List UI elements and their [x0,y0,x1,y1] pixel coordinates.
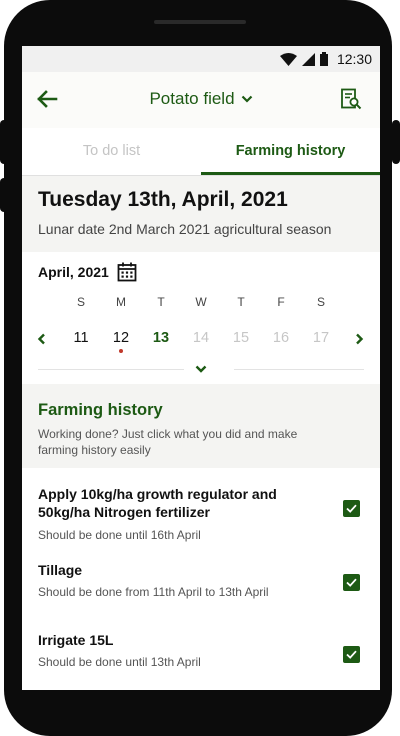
next-week-button[interactable] [352,332,366,346]
chevron-right-icon [356,333,364,345]
task-item: Apply 10kg/ha growth regulator and 50kg/… [22,468,380,546]
weekday-label: M [116,295,126,309]
phone-device: 12:30 Potato field To do list Farming hi… [0,0,400,736]
weekday-label: T [237,295,245,309]
divider [234,369,364,370]
app-bar: Potato field [22,72,380,128]
month-label: April, 2021 [38,264,109,280]
weekday-label: F [277,295,285,309]
task-checkbox[interactable] [343,500,360,517]
day-cell[interactable]: 11 [61,330,101,346]
side-button-upper [0,120,8,164]
day-cell[interactable]: 12 [101,330,141,346]
task-checkbox[interactable] [343,646,360,663]
expand-calendar-button[interactable] [194,362,208,376]
side-button-right [392,120,400,164]
task-item: Tillage Should be done from 11th April t… [22,546,380,616]
status-bar: 12:30 [22,46,380,72]
day-cell[interactable]: 15 [221,330,261,346]
task-title: Apply 10kg/ha growth regulator and 50kg/… [38,486,277,520]
task-deadline: Should be done until 16th April [38,528,201,542]
status-icons: 12:30 [279,50,372,68]
chevron-down-icon [241,95,252,103]
date-header: Tuesday 13th, April, 2021 Lunar date 2nd… [22,176,380,252]
checkmark-icon [346,578,357,587]
task-list: Apply 10kg/ha growth regulator and 50kg/… [22,468,380,690]
task-deadline: Should be done from 11th April to 13th A… [38,585,269,599]
task-deadline: Should be done until 13th April [38,655,201,669]
day-row: 11 12 13 14 15 16 17 [61,330,341,354]
report-search-icon [341,88,362,110]
task-checkbox[interactable] [343,574,360,591]
battery-icon [319,52,328,66]
history-description: Working done? Just click what you did an… [38,427,298,457]
checkmark-icon [346,504,357,513]
history-section-header: Farming history Working done? Just click… [22,384,380,468]
previous-week-button[interactable] [35,332,49,346]
wifi-icon [279,52,297,66]
event-dot [119,349,123,353]
day-cell[interactable]: 14 [181,330,221,346]
selected-date-title: Tuesday 13th, April, 2021 [38,188,288,211]
side-button-lower [0,178,8,212]
tab-bar: To do list Farming history [22,128,380,176]
weekday-label: W [195,295,207,309]
chevron-left-icon [37,333,45,345]
calendar-icon [117,262,137,282]
day-cell[interactable]: 17 [301,330,341,346]
active-tab-indicator [201,172,380,175]
history-title: Farming history [38,401,163,419]
divider [38,369,184,370]
chevron-down-icon [195,365,207,373]
day-cell[interactable]: 16 [261,330,301,346]
weekday-header: S M T W T F S [61,295,341,313]
checkmark-icon [346,650,357,659]
day-cell-selected[interactable]: 13 [141,330,181,346]
task-title: Tillage [38,562,83,578]
phone-speaker [154,20,246,24]
tab-to-do-list[interactable]: To do list [22,128,201,174]
signal-icon [301,52,315,66]
task-title: Irrigate 15L [38,632,114,648]
status-time: 12:30 [336,51,372,67]
month-row: April, 2021 [38,262,137,282]
weekday-label: T [157,295,165,309]
title-wrap: Potato field [22,89,380,109]
weekday-label: S [316,295,325,309]
field-selector[interactable]: Potato field [149,89,252,109]
weekday-label: S [76,295,85,309]
page-title: Potato field [149,89,235,108]
tab-farming-history[interactable]: Farming history [201,128,380,174]
app-screen: 12:30 Potato field To do list Farming hi… [22,46,380,690]
lunar-date: Lunar date 2nd March 2021 agricultural s… [38,221,332,237]
report-button[interactable] [340,88,364,112]
calendar-picker-button[interactable] [117,262,137,282]
task-item: Irrigate 15L Should be done until 13th A… [22,616,380,690]
week-calendar: April, 2021 S M T W T F S 11 12 13 14 15… [22,252,380,382]
